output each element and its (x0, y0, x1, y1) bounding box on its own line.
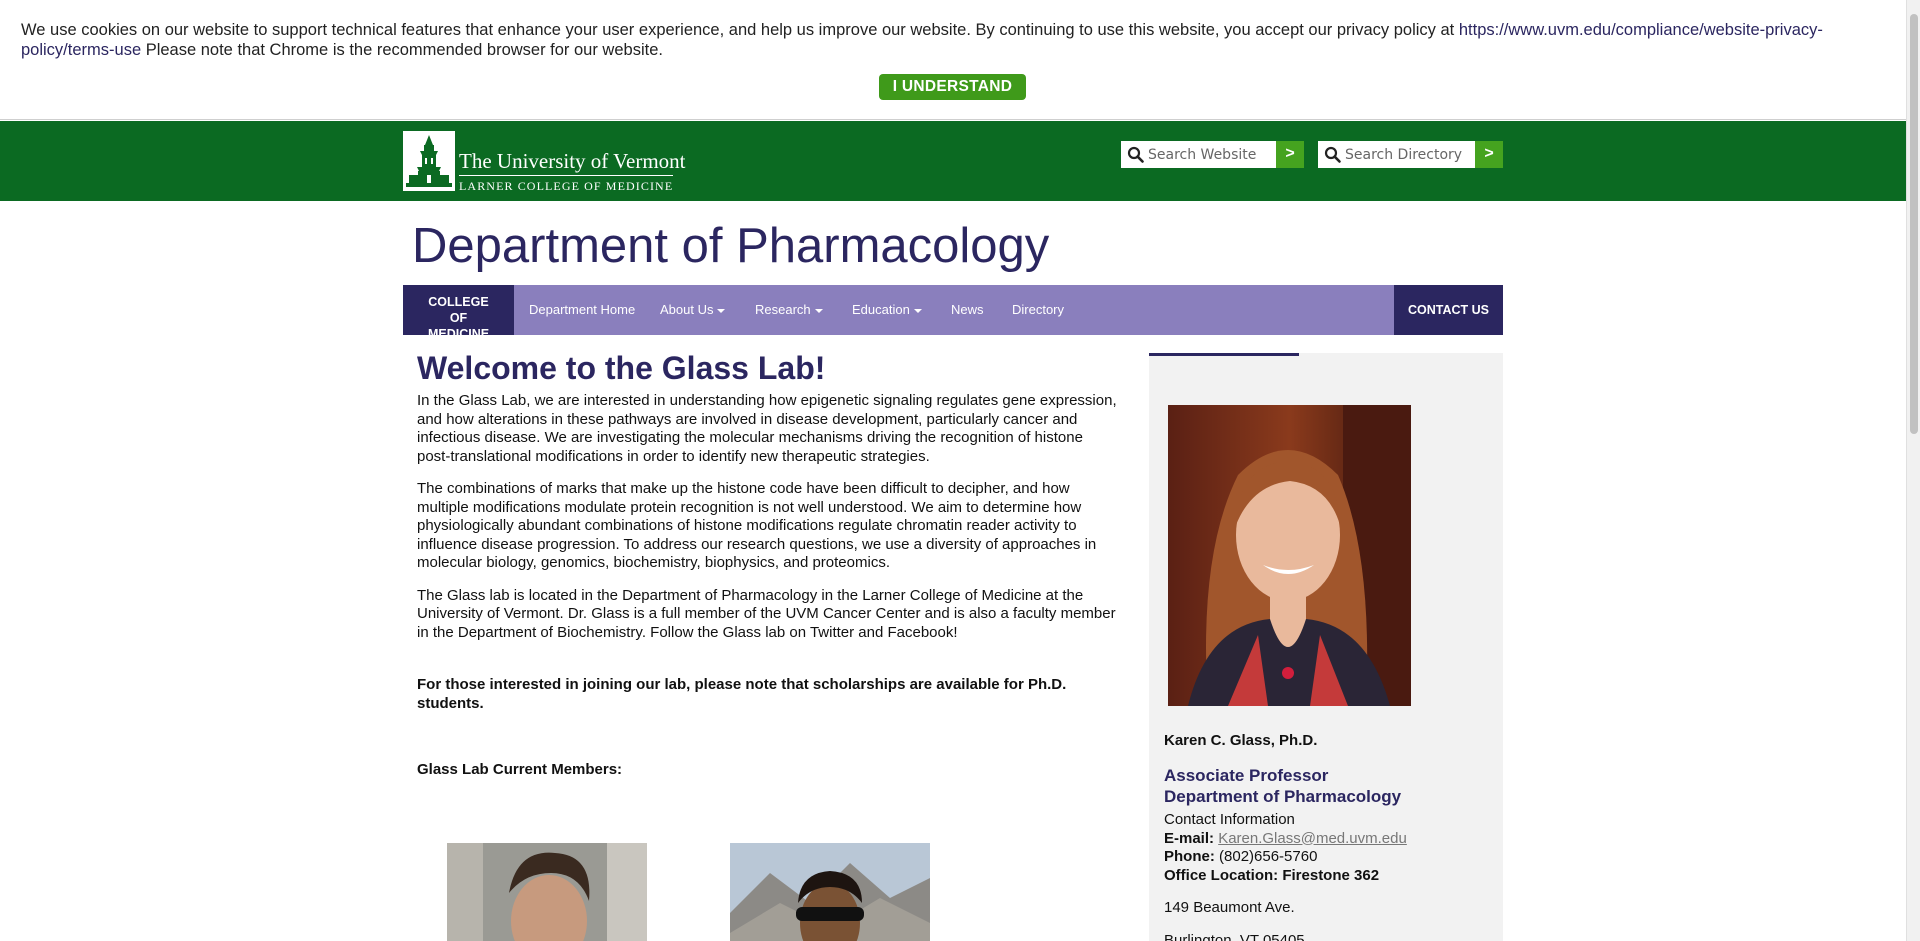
nav-item-about-us[interactable]: About Us (660, 285, 726, 335)
search-directory-box: > (1318, 141, 1503, 168)
scholarship-notice: For those interested in joining our lab,… (417, 676, 1067, 712)
caret-down-icon (717, 308, 726, 313)
nav-item-department-home[interactable]: Department Home (529, 285, 635, 335)
nav-college-of-medicine[interactable]: COLLEGE OF MEDICINE (403, 285, 514, 341)
search-icon (1127, 146, 1145, 164)
main-content: Welcome to the Glass Lab! In the Glass L… (417, 350, 1117, 794)
address-line-2: Burlington, VT 05405 (1164, 931, 1305, 941)
intro-paragraph: In the Glass Lab, we are interested in u… (417, 392, 1117, 465)
search-directory-input[interactable] (1345, 141, 1473, 168)
faculty-position: Associate Professor (1164, 766, 1329, 785)
search-website-box: > (1121, 141, 1304, 168)
nav-item-label: About Us (660, 302, 714, 317)
nav-item-label: Research (755, 302, 811, 317)
cookie-chrome-note: Please note that Chrome is the recommend… (141, 40, 663, 59)
faculty-name: Karen C. Glass, Ph.D. (1164, 732, 1318, 749)
email-link[interactable]: Karen.Glass@med.uvm.edu (1218, 830, 1407, 847)
email-label: E-mail: (1164, 829, 1215, 847)
nav-item-label: Directory (1012, 302, 1065, 317)
caret-down-icon (913, 308, 922, 313)
phone-number: (802)656-5760 (1219, 848, 1318, 865)
nav-item-education[interactable]: Education (852, 285, 922, 335)
i-understand-button[interactable]: I UNDERSTAND (879, 74, 1026, 100)
search-website-go-button[interactable]: > (1276, 141, 1304, 168)
page-scrollbar[interactable] (1906, 0, 1920, 941)
nav-item-label: News (951, 302, 984, 317)
search-icon (1324, 146, 1342, 164)
members-heading: Glass Lab Current Members: (417, 761, 623, 778)
search-directory-go-button[interactable]: > (1475, 141, 1503, 168)
main-nav: COLLEGE OF MEDICINE Department Home Abou… (403, 285, 1503, 341)
cookie-text: We use cookies on our website to support… (21, 21, 1891, 60)
contact-heading: Contact Information (1164, 811, 1295, 828)
contact-us-button[interactable]: CONTACT US (1394, 285, 1503, 335)
address-line-1: 149 Beaumont Ave. (1164, 899, 1295, 916)
phone-label: Phone: (1164, 848, 1215, 865)
logo-university-name: The University of Vermont (459, 149, 686, 173)
page-title: Department of Pharmacology (412, 219, 1050, 273)
scrollbar-thumb[interactable] (1910, 14, 1918, 434)
caret-down-icon (814, 308, 823, 313)
faculty-title: Associate Professor Department of Pharma… (1164, 765, 1401, 807)
member-photo-2 (730, 843, 930, 941)
nav-item-news[interactable]: News (951, 285, 984, 335)
office-location: Office Location: Firestone 362 (1164, 866, 1380, 884)
nav-item-research[interactable]: Research (755, 285, 823, 335)
nav-college-label: COLLEGE OF MEDICINE (427, 295, 490, 341)
contact-information: Contact Information E-mail: Karen.Glass@… (1164, 811, 1494, 941)
tower-logo-icon (403, 131, 455, 191)
nav-item-label: Department Home (529, 302, 636, 317)
sidebar-tab-indicator (1149, 353, 1299, 356)
nav-item-directory[interactable]: Directory (1012, 285, 1064, 335)
member-photo-1 (447, 843, 647, 941)
search-website-input[interactable] (1148, 141, 1272, 168)
faculty-department: Department of Pharmacology (1164, 787, 1402, 806)
karen-glass-portrait (1168, 405, 1411, 706)
logo-divider (459, 175, 673, 176)
cookie-banner: We use cookies on our website to support… (0, 0, 1906, 120)
location-paragraph: The Glass lab is located in the Departme… (417, 586, 1116, 641)
faculty-sidebar: Karen C. Glass, Ph.D. Associate Professo… (1149, 353, 1503, 941)
logo-college-name: LARNER COLLEGE OF MEDICINE (459, 179, 674, 193)
nav-item-label: Education (852, 302, 910, 317)
uvm-logo[interactable]: The University of Vermont LARNER COLLEGE… (403, 131, 686, 193)
cookie-message: We use cookies on our website to support… (21, 21, 1459, 39)
welcome-heading: Welcome to the Glass Lab! (417, 350, 826, 386)
site-header (0, 121, 1906, 201)
research-paragraph: The combinations of marks that make up t… (417, 480, 1097, 571)
